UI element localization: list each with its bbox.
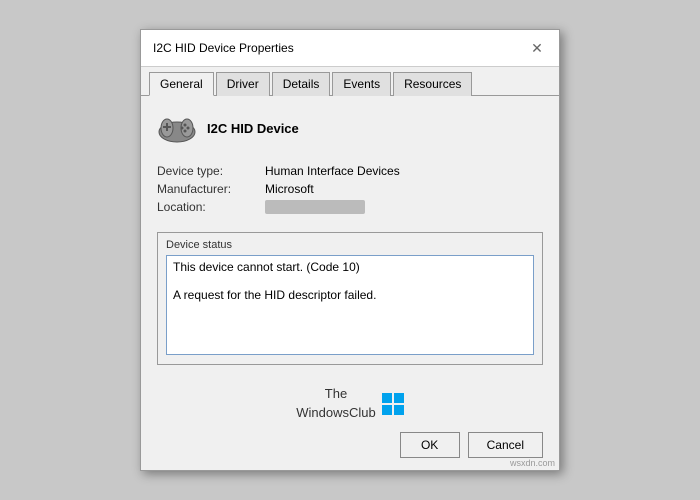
- tab-resources[interactable]: Resources: [393, 72, 472, 96]
- tab-details[interactable]: Details: [272, 72, 331, 96]
- tab-content-general: I2C HID Device Device type: Human Interf…: [141, 96, 559, 377]
- wsxdn-badge: wsxdn.com: [510, 458, 555, 468]
- footer: The WindowsClub OK Cancel wsxdn.com: [141, 377, 559, 469]
- windows-logo-icon: [382, 393, 404, 415]
- tab-driver[interactable]: Driver: [216, 72, 270, 96]
- device-name-label: I2C HID Device: [207, 121, 299, 136]
- tab-bar: General Driver Details Events Resources: [141, 67, 559, 96]
- device-icon: [157, 108, 197, 148]
- device-properties-dialog: I2C HID Device Properties ✕ General Driv…: [140, 29, 560, 470]
- status-legend: Device status: [166, 239, 534, 251]
- location-value: [265, 200, 365, 214]
- device-header: I2C HID Device: [157, 108, 543, 148]
- tab-general[interactable]: General: [149, 72, 214, 96]
- button-row: OK Cancel: [157, 432, 543, 458]
- device-status-group: Device status This device cannot start. …: [157, 232, 543, 365]
- close-button[interactable]: ✕: [527, 38, 547, 58]
- ok-button[interactable]: OK: [400, 432, 460, 458]
- dialog-title: I2C HID Device Properties: [153, 41, 294, 55]
- device-type-label: Device type:: [157, 164, 257, 178]
- tab-events[interactable]: Events: [332, 72, 391, 96]
- manufacturer-value: Microsoft: [265, 182, 543, 196]
- manufacturer-label: Manufacturer:: [157, 182, 257, 196]
- watermark-text: The WindowsClub: [296, 385, 375, 421]
- hid-icon-svg: [157, 110, 197, 146]
- properties-grid: Device type: Human Interface Devices Man…: [157, 164, 543, 214]
- status-textarea[interactable]: This device cannot start. (Code 10) A re…: [166, 255, 534, 355]
- device-type-value: Human Interface Devices: [265, 164, 543, 178]
- cancel-button[interactable]: Cancel: [468, 432, 543, 458]
- location-label: Location:: [157, 200, 257, 214]
- watermark: The WindowsClub: [296, 385, 403, 421]
- title-bar: I2C HID Device Properties ✕: [141, 30, 559, 67]
